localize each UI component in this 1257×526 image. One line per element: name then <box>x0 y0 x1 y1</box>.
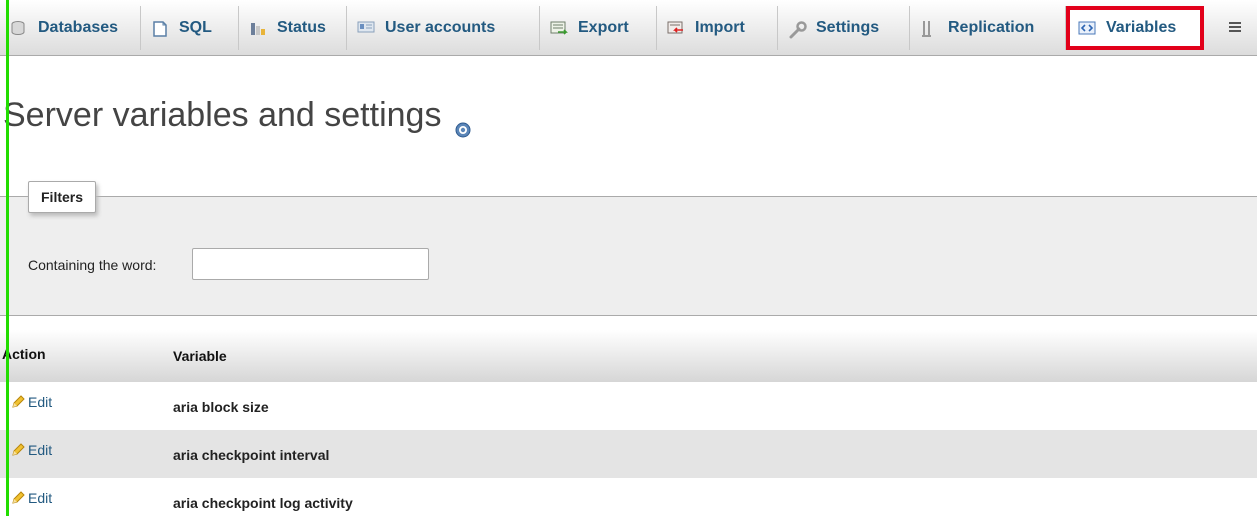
tab-label: Export <box>578 19 629 36</box>
database-icon <box>10 20 28 36</box>
replication-icon <box>920 20 938 37</box>
containing-word-input[interactable] <box>192 248 429 280</box>
variables-icon <box>1078 20 1096 36</box>
tab-label: Databases <box>38 19 119 36</box>
pencil-icon <box>10 442 26 458</box>
wrench-icon <box>788 20 807 39</box>
filters-panel <box>0 196 1257 316</box>
edit-label: Edit <box>28 490 53 506</box>
tab-replication[interactable]: Replication <box>910 6 1066 50</box>
tab-settings[interactable]: Settings <box>778 6 910 50</box>
tab-label: Replication <box>948 19 1035 36</box>
top-navigation: Databases SQL Status User accounts Expor… <box>0 0 1257 56</box>
variable-name: aria checkpoint interval <box>173 447 330 463</box>
tab-label: User accounts <box>385 19 496 36</box>
table-row: Edit aria checkpoint interval <box>0 430 1257 478</box>
table-row: Edit aria checkpoint log activity <box>0 478 1257 526</box>
status-icon <box>249 20 267 36</box>
tab-label: Status <box>277 19 326 36</box>
table-header: Action Variable <box>0 330 1257 382</box>
import-icon <box>667 20 685 36</box>
tab-export[interactable]: Export <box>540 6 657 50</box>
variable-name: aria checkpoint log activity <box>173 495 353 511</box>
filters-legend: Filters <box>28 181 97 213</box>
user-accounts-icon <box>357 20 375 36</box>
more-icon <box>1228 20 1246 36</box>
pencil-icon <box>10 490 26 506</box>
edit-link[interactable]: Edit <box>10 442 52 458</box>
edit-label: Edit <box>28 442 53 458</box>
table-row: Edit aria block size <box>0 382 1257 430</box>
tab-user-accounts[interactable]: User accounts <box>347 6 540 50</box>
tab-status[interactable]: Status <box>239 6 347 50</box>
page-title-text: Server variables and settings <box>3 96 442 134</box>
variable-name: aria block size <box>173 399 269 415</box>
page-title: Server variables and settings <box>3 96 471 137</box>
help-icon[interactable] <box>455 108 471 137</box>
side-marker <box>6 0 9 516</box>
tab-label: Settings <box>816 19 880 36</box>
export-icon <box>550 20 568 36</box>
edit-label: Edit <box>28 394 53 410</box>
tab-label: SQL <box>179 19 212 36</box>
tab-variables[interactable]: Variables <box>1066 6 1204 50</box>
column-header-variable[interactable]: Variable <box>173 348 227 364</box>
edit-link[interactable]: Edit <box>10 394 52 410</box>
edit-link[interactable]: Edit <box>10 490 52 506</box>
tab-label: Import <box>695 19 745 36</box>
tab-import[interactable]: Import <box>657 6 778 50</box>
pencil-icon <box>10 394 26 410</box>
sql-icon <box>151 20 169 37</box>
tab-databases[interactable]: Databases <box>0 6 141 50</box>
tab-more[interactable] <box>1204 6 1257 50</box>
tab-label: Variables <box>1106 19 1177 36</box>
containing-word-label: Containing the word: <box>28 257 157 273</box>
tab-sql[interactable]: SQL <box>141 6 239 50</box>
